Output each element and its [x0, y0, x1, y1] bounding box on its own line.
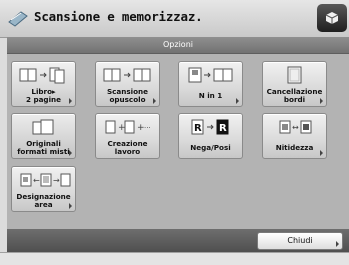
option-mixed-originals[interactable]: Originali formati misti [11, 113, 76, 159]
mixed-originals-icon [12, 118, 75, 136]
area-designation-icon: ← → [12, 171, 75, 189]
svg-text:R: R [219, 123, 227, 134]
option-nega-posi[interactable]: R R Nega/Posi [178, 113, 243, 159]
svg-text:···: ··· [144, 124, 151, 132]
close-button[interactable]: Chiudi [257, 232, 343, 250]
option-book-2-pages[interactable]: Libro▸ 2 pagine [11, 61, 76, 107]
expand-arrow-icon [320, 98, 323, 104]
system-monitor-button[interactable] [317, 4, 347, 32]
svg-text:←: ← [33, 176, 40, 185]
job-build-icon: + + ··· [96, 118, 159, 136]
option-job-build[interactable]: + + ··· Creazione lavoro [95, 113, 160, 159]
expand-arrow-icon [153, 98, 156, 104]
scan-store-icon [8, 11, 28, 27]
window-title: Scansione e memorizzaz. [34, 9, 203, 24]
border-erase-icon [263, 66, 326, 84]
option-label: Cancellazione bordi [266, 87, 323, 104]
book-to-two-pages-icon [12, 66, 75, 84]
expand-arrow-icon [320, 150, 323, 156]
option-label: Nega/Posi [190, 143, 231, 152]
option-area-designation[interactable]: ← → Designazione area [11, 166, 76, 212]
booklet-scan-icon [96, 66, 159, 84]
panel-footer: Chiudi [7, 229, 349, 252]
expand-arrow-icon [69, 98, 72, 104]
close-button-label: Chiudi [287, 236, 313, 245]
option-label: N in 1 [198, 91, 223, 100]
svg-text:↔: ↔ [292, 123, 299, 132]
enter-arrow-icon [336, 241, 339, 247]
nega-posi-icon: R R [179, 118, 242, 136]
title-bar: Scansione e memorizzaz. [0, 0, 349, 38]
status-bar [0, 252, 349, 265]
expand-arrow-icon [69, 150, 72, 156]
option-label: Creazione lavoro [107, 139, 148, 156]
option-sharpness[interactable]: ↔ Nitidezza [262, 113, 327, 159]
svg-text:→: → [53, 176, 60, 185]
cube-icon [325, 12, 339, 24]
sharpness-icon: ↔ [263, 118, 326, 136]
option-border-erase[interactable]: Cancellazione bordi [262, 61, 327, 107]
option-label: Libro▸ 2 pagine [25, 87, 62, 104]
option-label: Scansione opuscolo [106, 87, 149, 104]
option-booklet-scan[interactable]: Scansione opuscolo [95, 61, 160, 107]
option-label: Designazione area [16, 192, 71, 209]
svg-text:+: + [118, 123, 126, 133]
option-label: Nitidezza [275, 143, 314, 152]
option-n-in-1[interactable]: N in 1 [178, 61, 243, 107]
option-label: Originali formati misti [17, 139, 70, 156]
svg-text:R: R [194, 123, 202, 134]
expand-arrow-icon [236, 98, 239, 104]
panel-header: Opzioni [7, 37, 349, 54]
n-in-1-icon [179, 66, 242, 84]
expand-arrow-icon [69, 203, 72, 209]
